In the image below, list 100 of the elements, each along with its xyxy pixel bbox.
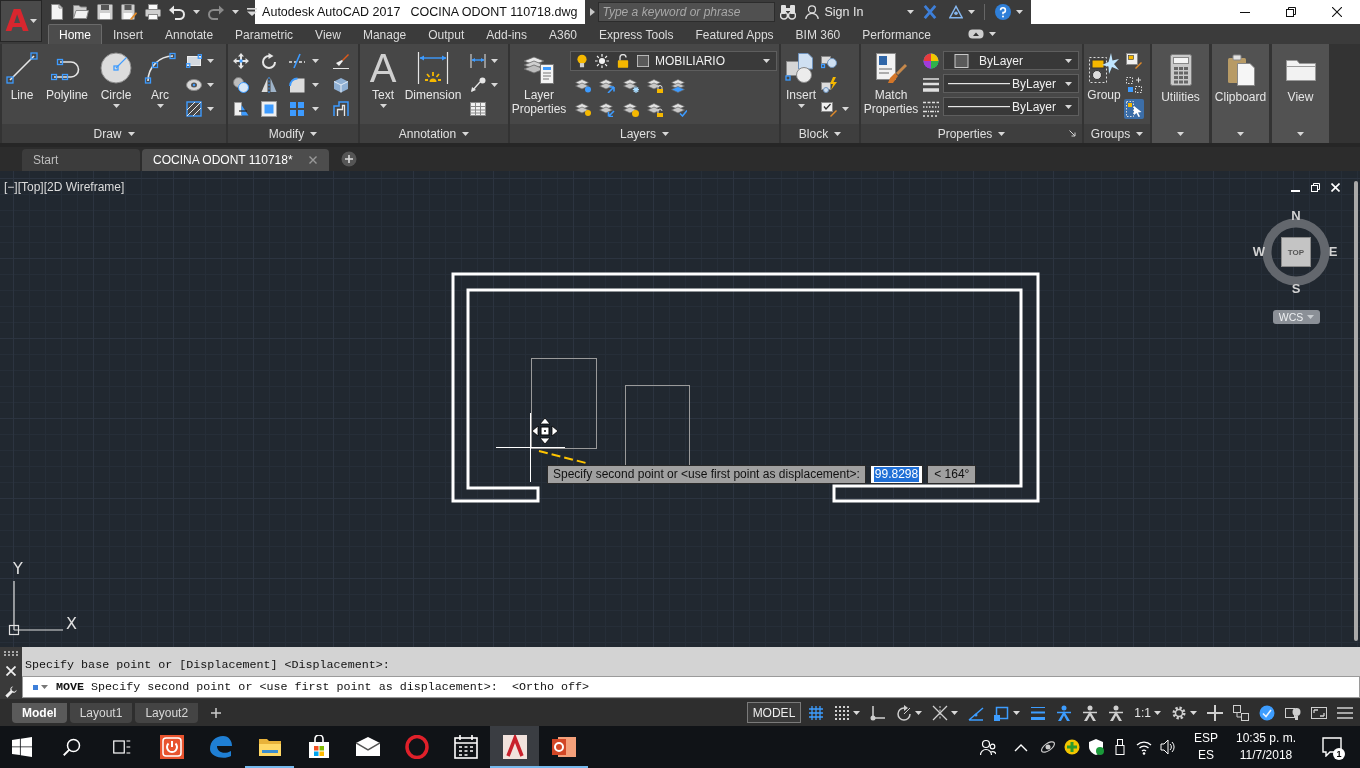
file-tab[interactable]: Start [22,149,140,171]
mirror-triangles-icon[interactable] [261,77,277,93]
caret-icon[interactable] [312,107,319,111]
save-as-icon[interactable] [121,4,137,20]
gear-icon[interactable] [1171,704,1187,721]
caret-icon[interactable] [988,32,996,36]
ribbon-tab[interactable]: Insert [102,24,155,44]
text-button[interactable]: A Text [365,44,401,124]
hatch-icon[interactable] [186,101,202,117]
property-dropdown[interactable]: ByLayer [943,97,1079,116]
people-icon[interactable] [980,739,996,755]
rectangle-icon[interactable] [186,53,202,69]
expand-arrow-icon[interactable] [589,8,595,16]
layer-check-icon[interactable] [671,101,687,117]
ribbon-tab[interactable]: BIM 360 [784,24,852,44]
undo-icon[interactable] [169,4,185,20]
polyline-button[interactable]: Polyline [42,44,92,124]
viewport-controls-label[interactable]: [−][Top][2D Wireframe] [4,180,125,194]
move-arrows-icon[interactable] [233,53,249,69]
rotate-arrow-icon[interactable] [261,53,277,69]
search-icon[interactable] [63,738,81,756]
match-properties-button[interactable]: Match Properties [861,44,921,124]
ribbon-tab[interactable]: View [304,24,352,44]
printer-icon[interactable] [145,4,161,20]
caret-icon[interactable] [842,107,849,111]
ribbon-tab[interactable]: Manage [351,24,418,44]
user-icon[interactable] [804,5,819,19]
trim-line-icon[interactable] [289,53,305,69]
ribbon-tab[interactable]: Home [48,24,102,44]
caret-icon[interactable] [207,59,214,63]
keyboard-layout[interactable]: ES [1198,747,1214,764]
caret-icon[interactable] [1190,710,1197,715]
caret-icon[interactable] [951,710,959,715]
sign-in-button[interactable]: Sign In [824,5,864,19]
caret-icon[interactable] [915,710,923,715]
help-icon[interactable] [995,4,1012,20]
attribute-edit-icon[interactable] [821,101,837,117]
plus-icon[interactable] [340,151,357,167]
arc-button[interactable]: Arc [140,44,180,124]
caret-icon[interactable] [1016,10,1024,14]
new-file-icon[interactable] [49,4,65,20]
restore-icon[interactable] [1311,183,1320,192]
usb-drive-icon[interactable] [1112,739,1128,755]
distance-input[interactable]: 99.8298 [869,465,924,484]
command-input-field[interactable]: MOVE Specify second point or <use first point as displacement>: <Ortho off> [22,676,1360,698]
caret-icon[interactable] [491,83,498,87]
start-icon[interactable] [12,737,32,757]
caret-icon[interactable] [207,83,214,87]
speaker-icon[interactable] [1160,739,1176,755]
caret-icon[interactable] [853,710,861,715]
file-tab[interactable]: COCINA ODONT 110718* [142,149,329,171]
customize-icon[interactable] [247,8,257,16]
ribbon-tab[interactable]: Featured Apps [684,24,785,44]
snap-dots-icon[interactable] [834,704,851,721]
block-shapes-icon[interactable] [821,53,837,69]
ellipse-icon[interactable] [186,77,202,93]
ribbon-tab[interactable]: Parametric [224,24,305,44]
table-icon[interactable] [470,101,486,117]
open-folder-icon[interactable] [73,4,89,20]
layout-tab[interactable]: Layout2 [135,702,199,723]
layout-tab[interactable]: Layout1 [69,702,133,723]
light-bulb-icon[interactable] [577,54,587,68]
caret-icon[interactable] [491,59,498,63]
input-language[interactable]: ESP [1194,730,1218,747]
shield-icon[interactable] [1088,739,1104,755]
scrollbar[interactable] [1354,181,1358,641]
x-shape-icon[interactable] [923,5,938,19]
annotation-scale-button[interactable]: 1:1 [1134,705,1151,720]
caret-icon[interactable] [312,59,319,63]
caret-icon[interactable] [1013,710,1021,715]
group-button[interactable]: Group [1084,44,1124,124]
save-icon[interactable] [97,4,113,20]
ribbon-tab[interactable]: Annotate [154,24,225,44]
viewcube-face[interactable]: TOP [1281,237,1311,267]
stretch-shape-icon[interactable] [233,101,249,117]
layer-sun-icon[interactable] [623,101,639,117]
binoculars-icon[interactable] [779,4,796,20]
group-edit-icon[interactable] [1126,53,1142,69]
caret-icon[interactable] [207,107,214,111]
model-space-button[interactable]: MODEL [746,702,802,723]
copy-circles-icon[interactable] [233,77,249,93]
polar-arrow-icon[interactable] [896,704,913,721]
layer-properties-button[interactable]: Layer Properties [510,44,568,124]
redo-icon[interactable] [208,4,224,20]
caret-icon[interactable] [41,685,48,689]
minimize-ribbon-icon[interactable] [967,29,984,39]
ribbon-tab[interactable]: Performance [851,24,942,44]
chevron-up-icon[interactable] [1014,742,1028,752]
ribbon-tab[interactable]: Output [417,24,476,44]
insert-button[interactable]: Insert [781,44,821,124]
block-lightning-icon[interactable] [821,77,837,93]
square-snap-icon[interactable] [994,704,1011,721]
layer-stack-icon[interactable] [671,77,687,93]
plus-circle-icon[interactable] [1064,739,1080,755]
plus-icon[interactable] [211,707,222,718]
offset-outline-icon[interactable] [333,101,349,117]
ribbon-tab[interactable]: Express Tools [588,24,685,44]
satellite-icon[interactable] [1040,739,1056,755]
caret-icon[interactable] [193,10,200,14]
notification-icon[interactable] [1322,737,1342,757]
